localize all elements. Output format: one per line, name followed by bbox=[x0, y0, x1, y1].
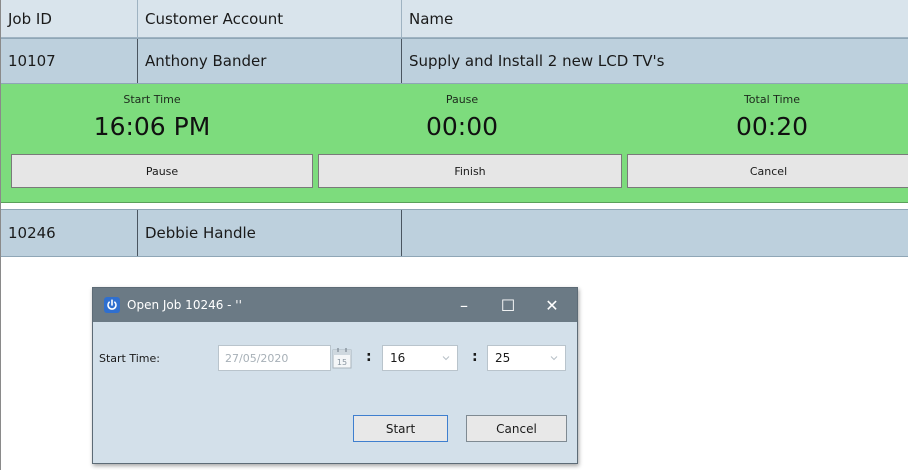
cancel-job-button[interactable]: Cancel bbox=[627, 154, 908, 188]
start-time-field-label: Start Time: bbox=[99, 352, 160, 365]
chevron-down-icon bbox=[550, 356, 558, 361]
time-separator: : bbox=[366, 349, 372, 365]
header-name[interactable]: Name bbox=[402, 0, 908, 37]
time-separator: : bbox=[472, 349, 478, 365]
table-header: Job ID Customer Account Name bbox=[1, 0, 908, 38]
cell-job-id: 10107 bbox=[1, 39, 138, 83]
pause-button[interactable]: Pause bbox=[11, 154, 313, 188]
minute-value: 25 bbox=[495, 351, 511, 365]
start-button[interactable]: Start bbox=[353, 415, 448, 442]
cell-name bbox=[402, 210, 908, 256]
maximize-button[interactable]: ☐ bbox=[486, 288, 530, 322]
power-icon bbox=[104, 297, 120, 313]
total-time-label: Total Time bbox=[743, 93, 801, 106]
pause-label: Pause bbox=[445, 93, 479, 106]
dialog-titlebar[interactable]: Open Job 10246 - '' – ☐ ✕ bbox=[93, 288, 577, 322]
job-timer-panel: Start Time 16:06 PM Pause 00:00 Total Ti… bbox=[1, 84, 908, 203]
total-time-block: Total Time 00:20 bbox=[621, 92, 908, 142]
table-row[interactable]: 10246 Debbie Handle bbox=[1, 209, 908, 257]
dialog-title: Open Job 10246 - '' bbox=[127, 298, 242, 312]
cell-job-id: 10246 bbox=[1, 210, 138, 256]
cell-customer: Anthony Bander bbox=[138, 39, 402, 83]
hour-value: 16 bbox=[390, 351, 406, 365]
total-time-value: 00:20 bbox=[735, 112, 809, 141]
calendar-day: 15 bbox=[337, 358, 347, 367]
header-job-id[interactable]: Job ID bbox=[1, 0, 138, 37]
calendar-icon[interactable]: 15 bbox=[332, 347, 352, 369]
pause-block: Pause 00:00 bbox=[311, 92, 613, 142]
cell-customer: Debbie Handle bbox=[138, 210, 402, 256]
pause-value: 00:00 bbox=[425, 112, 499, 141]
chevron-down-icon bbox=[442, 356, 450, 361]
start-time-label: Start Time bbox=[123, 93, 181, 106]
start-date-input[interactable]: 27/05/2020 bbox=[218, 345, 331, 371]
finish-button[interactable]: Finish bbox=[318, 154, 622, 188]
minute-select[interactable]: 25 bbox=[487, 345, 566, 371]
start-time-value: 16:06 PM bbox=[93, 112, 211, 141]
header-customer-account[interactable]: Customer Account bbox=[138, 0, 402, 37]
open-job-dialog: Open Job 10246 - '' – ☐ ✕ Start Time: 27… bbox=[92, 287, 578, 464]
table-row[interactable]: 10107 Anthony Bander Supply and Install … bbox=[1, 38, 908, 84]
job-list-window: Job ID Customer Account Name 10107 Antho… bbox=[0, 0, 908, 470]
hour-select[interactable]: 16 bbox=[382, 345, 458, 371]
minimize-button[interactable]: – bbox=[442, 288, 486, 322]
start-time-block: Start Time 16:06 PM bbox=[1, 92, 303, 142]
cell-name: Supply and Install 2 new LCD TV's bbox=[409, 52, 665, 70]
close-button[interactable]: ✕ bbox=[530, 288, 574, 322]
cancel-button[interactable]: Cancel bbox=[466, 415, 567, 442]
